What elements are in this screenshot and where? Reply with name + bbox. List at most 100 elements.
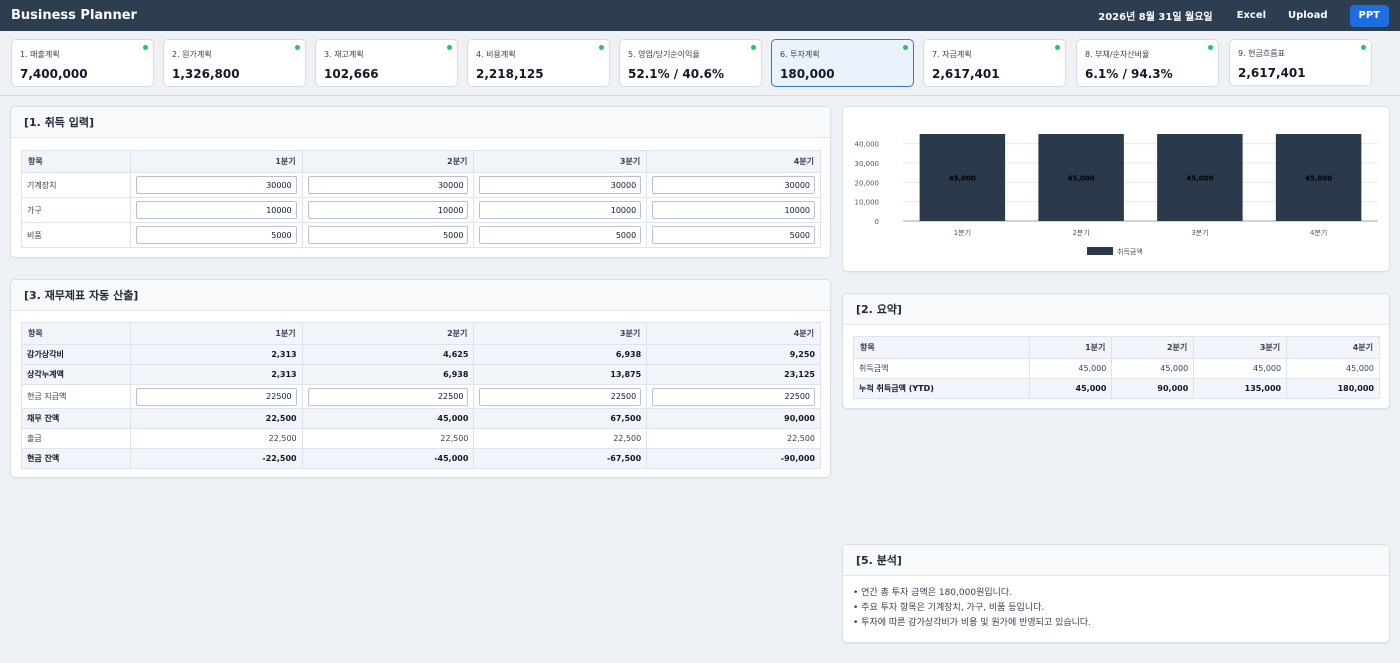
kpi-card-cashflow[interactable]: 9. 현금흐름표 2,617,401 xyxy=(1229,39,1372,86)
status-dot-icon xyxy=(143,45,148,50)
kpi-value: 2,617,401 xyxy=(932,67,1000,81)
cell-value: 2,313 xyxy=(129,344,303,365)
kpi-label: 3. 재고계획 xyxy=(324,50,364,59)
table-row: 현금 지급액 xyxy=(21,384,821,409)
kpi-label: 8. 부채/순자산비율 xyxy=(1085,50,1150,59)
kpi-card-expense[interactable]: 4. 비용계획 2,218,125 xyxy=(467,39,610,87)
x-tick-label: 1분기 xyxy=(954,228,971,237)
kpi-label: 9. 현금흐름표 xyxy=(1238,49,1285,58)
cash-payment-input[interactable] xyxy=(479,387,642,406)
row-label: 현금 지급액 xyxy=(21,384,131,409)
acquisition-chart-panel: 0 10,000 20,000 30,000 40,000 45,000 1분기 45,000… xyxy=(842,106,1390,272)
amount-input[interactable] xyxy=(652,226,815,244)
x-tick-label: 2분기 xyxy=(1072,228,1089,237)
cash-payment-input[interactable] xyxy=(135,387,297,406)
table-row: 감가상각비 2,313 4,625 6,938 9,250 xyxy=(21,344,821,365)
kpi-label: 2. 원가계획 xyxy=(172,50,212,59)
panel-title: [3. 재무제표 자동 산출] xyxy=(11,280,830,311)
amount-input[interactable] xyxy=(479,226,642,244)
x-tick-label: 4분기 xyxy=(1310,228,1327,237)
amount-input[interactable] xyxy=(135,226,297,244)
data-label: 45,000 xyxy=(1305,175,1332,183)
financial-statement-panel: [3. 재무제표 자동 산출] 항목 1분기 2분기 3분기 4분기 감가상각비… xyxy=(10,279,831,478)
kpi-card-sales[interactable]: 1. 매출계획 7,400,000 xyxy=(11,39,154,87)
row-label: 가구 xyxy=(21,197,131,223)
upload-button[interactable]: Upload xyxy=(1288,10,1327,21)
status-dot-icon xyxy=(599,45,604,50)
column-header: 2분기 xyxy=(301,150,475,173)
table-row: 채무 잔액 22,500 45,000 67,500 90,000 xyxy=(21,408,821,429)
cell-value: 45,000 xyxy=(301,408,475,429)
amount-input[interactable] xyxy=(135,176,297,194)
top-bar: Business Planner 2026년 8월 31일 월요일 Excel … xyxy=(0,0,1400,31)
cell-value: 4,625 xyxy=(301,344,475,365)
cell-value: 23,125 xyxy=(646,364,821,385)
kpi-label: 7. 자금계획 xyxy=(932,50,972,59)
table-row: 취득금액 45,000 45,000 45,000 45,000 xyxy=(853,358,1380,379)
y-tick-label: 30,000 xyxy=(855,160,880,168)
kpi-card-debt-ratio[interactable]: 8. 부채/순자산비율 6.1% / 94.3% xyxy=(1076,39,1219,87)
kpi-value: 52.1% / 40.6% xyxy=(628,67,724,81)
cell-value: 67,500 xyxy=(473,408,648,429)
data-label: 45,000 xyxy=(949,175,976,183)
analysis-panel: [5. 분석] • 연간 총 투자 금액은 180,000원입니다. • 주요 … xyxy=(842,544,1390,643)
table-row: 누적 취득금액 (YTD) 45,000 90,000 135,000 180,… xyxy=(853,378,1380,399)
cash-payment-input[interactable] xyxy=(307,387,469,406)
amount-input[interactable] xyxy=(479,201,642,219)
column-header: 항목 xyxy=(21,150,131,173)
amount-input[interactable] xyxy=(479,176,642,194)
status-dot-icon xyxy=(1208,45,1213,50)
row-label: 기계장치 xyxy=(21,172,131,198)
cell-value: 180,000 xyxy=(1286,378,1380,399)
y-tick-label: 20,000 xyxy=(855,179,880,187)
table-row: 기계장치 xyxy=(21,172,821,198)
acquisition-table: 항목 1분기 2분기 3분기 4분기 기계장치 가구 비품 xyxy=(21,150,821,248)
current-date: 2026년 8월 31일 월요일 xyxy=(1098,12,1213,23)
amount-input[interactable] xyxy=(307,176,469,194)
cell-value: 45,000 xyxy=(1111,358,1195,379)
row-label: 누적 취득금액 (YTD) xyxy=(853,378,1030,399)
cell-value: 22,500 xyxy=(646,428,821,449)
panel-title: [2. 요약] xyxy=(843,294,1389,325)
table-header-row: 항목 1분기 2분기 3분기 4분기 xyxy=(21,322,821,345)
amount-input[interactable] xyxy=(652,201,815,219)
y-tick-label: 10,000 xyxy=(855,199,880,207)
amount-input[interactable] xyxy=(652,176,815,194)
cell-value: 135,000 xyxy=(1193,378,1288,399)
kpi-value: 1,326,800 xyxy=(172,67,240,81)
table-row: 출금 22,500 22,500 22,500 22,500 xyxy=(21,428,821,449)
kpi-value: 180,000 xyxy=(780,67,835,81)
row-label: 취득금액 xyxy=(853,358,1030,379)
data-label: 45,000 xyxy=(1186,175,1213,183)
kpi-value: 102,666 xyxy=(324,67,379,81)
row-label: 비품 xyxy=(21,222,131,248)
status-dot-icon xyxy=(447,45,452,50)
excel-button[interactable]: Excel xyxy=(1237,10,1266,21)
table-row: 현금 잔액 -22,500 -45,000 -67,500 -90,000 xyxy=(21,448,821,469)
kpi-value: 2,617,401 xyxy=(1238,66,1306,80)
kpi-card-investment[interactable]: 6. 투자계획 180,000 xyxy=(771,39,914,87)
cell-value: 22,500 xyxy=(129,428,303,449)
kpi-label: 1. 매출계획 xyxy=(20,50,60,59)
cell-value: 22,500 xyxy=(301,428,475,449)
amount-input[interactable] xyxy=(307,201,469,219)
cell-value: 22,500 xyxy=(473,428,648,449)
bar-chart: 0 10,000 20,000 30,000 40,000 45,000 1분기 45,000… xyxy=(855,134,1378,256)
analysis-line: • 연간 총 투자 금액은 180,000원입니다. xyxy=(853,588,1013,598)
kpi-card-cost[interactable]: 2. 원가계획 1,326,800 xyxy=(163,39,306,87)
amount-input[interactable] xyxy=(307,226,469,244)
amount-input[interactable] xyxy=(135,201,297,219)
acquisition-input-panel: [1. 취득 입력] 항목 1분기 2분기 3분기 4분기 기계장치 가구 비품 xyxy=(10,106,831,258)
cash-payment-input[interactable] xyxy=(652,387,815,406)
cell-value: -90,000 xyxy=(646,448,821,469)
kpi-card-profit-margin[interactable]: 5. 영업/당기순이익율 52.1% / 40.6% xyxy=(619,39,762,87)
column-header: 2분기 xyxy=(1111,336,1195,359)
ppt-button[interactable]: PPT xyxy=(1349,4,1389,27)
cell-value: 45,000 xyxy=(1286,358,1380,379)
kpi-card-funding[interactable]: 7. 자금계획 2,617,401 xyxy=(923,39,1066,87)
analysis-text: • 연간 총 투자 금액은 180,000원입니다. • 주요 투자 항목은 기… xyxy=(843,576,1389,631)
kpi-card-inventory[interactable]: 3. 재고계획 102,666 xyxy=(315,39,458,87)
column-header: 3분기 xyxy=(473,322,648,345)
row-label: 감가상각비 xyxy=(21,344,131,365)
data-label: 45,000 xyxy=(1068,175,1095,183)
